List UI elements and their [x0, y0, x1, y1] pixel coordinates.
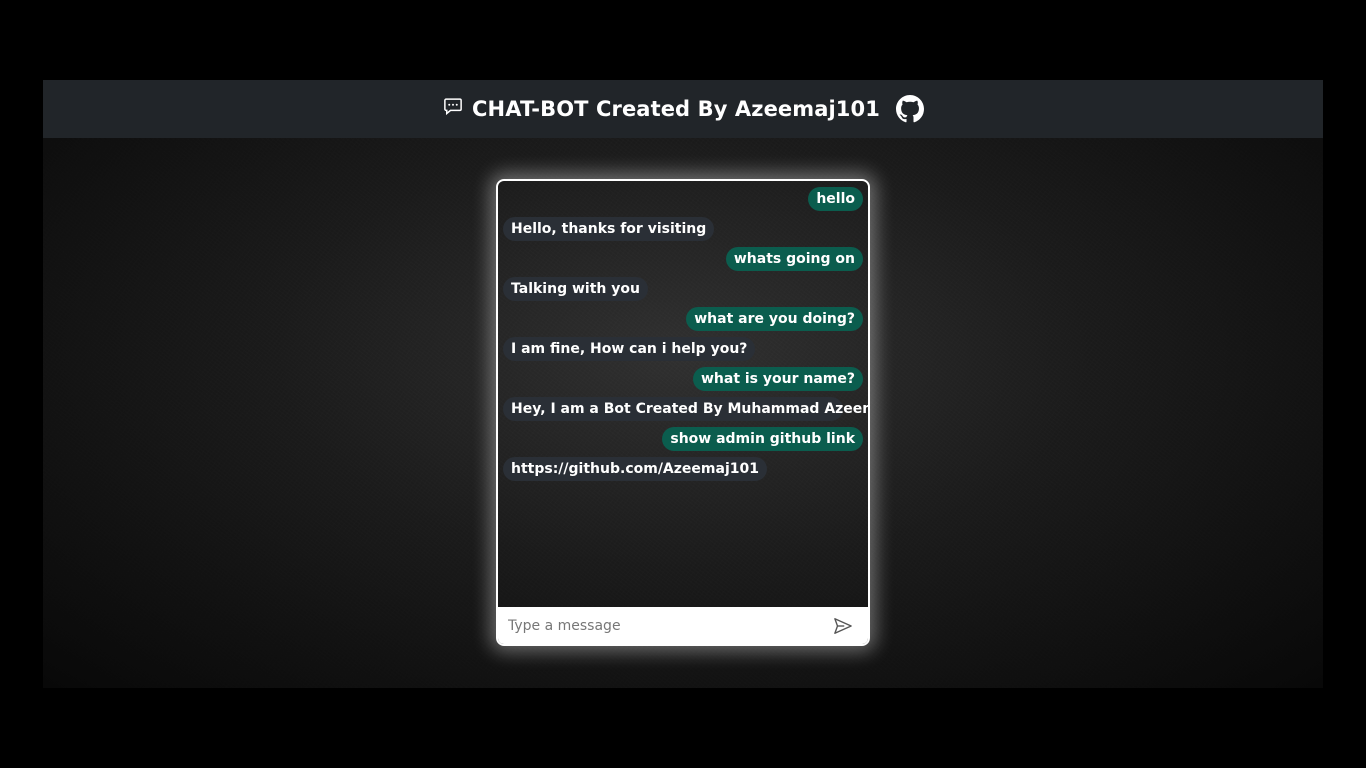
send-icon[interactable] — [832, 615, 854, 637]
bot-message: Talking with you — [503, 277, 648, 301]
bot-message: Hey, I am a Bot Created By Muhammad Azee… — [503, 397, 868, 421]
user-message: hello — [808, 187, 863, 211]
message-list[interactable]: hello Hello, thanks for visiting whats g… — [498, 181, 868, 607]
user-message: show admin github link — [662, 427, 863, 451]
github-icon[interactable] — [895, 95, 924, 123]
page-background: CHAT-BOT Created By Azeemaj101 hello Hel… — [43, 80, 1323, 688]
chat-dots-icon — [442, 95, 464, 117]
page-title: CHAT-BOT Created By Azeemaj101 — [472, 97, 880, 121]
message-input[interactable] — [506, 616, 832, 635]
chat-window: hello Hello, thanks for visiting whats g… — [496, 179, 870, 646]
navbar: CHAT-BOT Created By Azeemaj101 — [43, 80, 1323, 138]
user-message: what is your name? — [692, 367, 863, 391]
user-message: what are you doing? — [686, 307, 863, 331]
bot-message: Hello, thanks for visiting — [503, 217, 715, 241]
bot-message: https://github.com/Azeemaj101 — [503, 457, 767, 481]
user-message: whats going on — [725, 247, 863, 271]
bot-message: I am fine, How can i help you? — [503, 337, 756, 361]
message-composer — [498, 607, 868, 644]
